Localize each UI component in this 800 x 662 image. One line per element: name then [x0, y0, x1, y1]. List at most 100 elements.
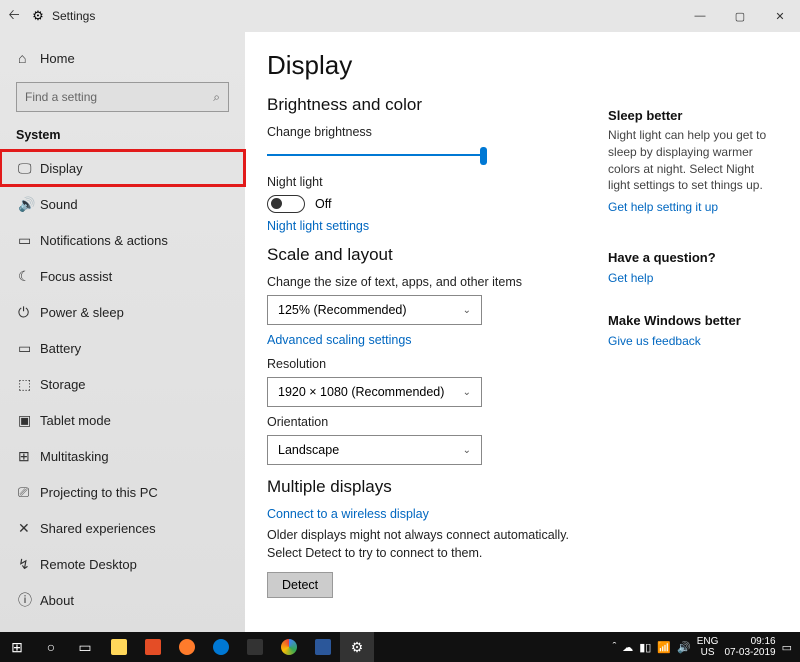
scale-label: Change the size of text, apps, and other…: [267, 275, 588, 289]
main-panel: Display Brightness and color Change brig…: [267, 50, 588, 662]
chevron-down-icon: ⌄: [463, 445, 471, 456]
sidebar-item-battery[interactable]: ▭ Battery: [0, 330, 245, 366]
connect-wireless-link[interactable]: Connect to a wireless display: [267, 507, 588, 521]
sleep-better-title: Sleep better: [608, 108, 778, 123]
night-light-label: Night light: [267, 175, 588, 189]
sidebar-item-label: Notifications & actions: [40, 233, 168, 248]
tray-battery-icon[interactable]: ▮▯: [639, 641, 651, 654]
resolution-label: Resolution: [267, 357, 588, 371]
tray-language[interactable]: ENG US: [697, 636, 719, 658]
battery-icon: ▭: [18, 340, 40, 357]
settings-icon: ⚙: [28, 8, 48, 24]
night-light-toggle[interactable]: [267, 195, 305, 213]
sidebar-item-notifications[interactable]: ▭ Notifications & actions: [0, 222, 245, 258]
sidebar-item-about[interactable]: ⓘ About: [0, 582, 245, 618]
sidebar-item-label: Shared experiences: [40, 521, 156, 536]
chevron-down-icon: ⌄: [463, 387, 471, 398]
minimize-button[interactable]: —: [680, 0, 720, 32]
tray-clock[interactable]: 09:16 07-03-2019: [724, 636, 775, 658]
taskbar-app[interactable]: [170, 632, 204, 662]
section-brightness: Brightness and color: [267, 95, 588, 115]
sidebar-item-label: Tablet mode: [40, 413, 111, 428]
sidebar: ⌂ Home Find a setting ⌕ System 🖵 Display…: [0, 32, 245, 662]
search-input[interactable]: Find a setting ⌕: [16, 82, 229, 112]
system-tray[interactable]: ˆ ☁ ▮▯ 📶 🔊 ENG US 09:16 07-03-2019 ▭: [613, 636, 800, 658]
back-button[interactable]: 🡠: [0, 4, 28, 28]
section-scale: Scale and layout: [267, 245, 588, 265]
task-view-icon[interactable]: ▭: [68, 632, 102, 662]
sound-icon: 🔊: [18, 196, 40, 213]
sidebar-item-label: Storage: [40, 377, 86, 392]
page-title: Display: [267, 50, 588, 81]
focus-icon: ☾: [18, 268, 40, 285]
tray-chevron-icon[interactable]: ˆ: [613, 641, 617, 653]
sidebar-item-focus[interactable]: ☾ Focus assist: [0, 258, 245, 294]
taskbar-app[interactable]: [238, 632, 272, 662]
sidebar-item-label: Power & sleep: [40, 305, 124, 320]
display-icon: 🖵: [18, 160, 40, 177]
brightness-slider[interactable]: [267, 145, 487, 165]
advanced-scaling-link[interactable]: Advanced scaling settings: [267, 333, 588, 347]
night-light-state: Off: [315, 197, 331, 211]
sidebar-item-label: Projecting to this PC: [40, 485, 158, 500]
slider-thumb[interactable]: [480, 147, 487, 165]
orientation-value: Landscape: [278, 443, 339, 457]
storage-icon: ⬚: [18, 376, 40, 393]
about-icon: ⓘ: [18, 590, 40, 610]
sidebar-item-label: Display: [40, 161, 83, 176]
taskbar: ⊞ ○ ▭ ⚙ ˆ ☁ ▮▯ 📶 🔊 ENG US 09:16 07-03-20…: [0, 632, 800, 662]
tray-notifications-icon[interactable]: ▭: [782, 641, 792, 654]
sidebar-home[interactable]: ⌂ Home: [0, 40, 245, 76]
chevron-down-icon: ⌄: [463, 305, 471, 316]
sidebar-item-label: Focus assist: [40, 269, 112, 284]
start-button[interactable]: ⊞: [0, 632, 34, 662]
sidebar-section: System: [0, 122, 245, 150]
notifications-icon: ▭: [18, 232, 40, 249]
sidebar-home-label: Home: [40, 51, 75, 66]
resolution-dropdown[interactable]: 1920 × 1080 (Recommended) ⌄: [267, 377, 482, 407]
sidebar-item-power[interactable]: ⏻ Power & sleep: [0, 294, 245, 330]
sidebar-item-label: Remote Desktop: [40, 557, 137, 572]
taskbar-app-settings[interactable]: ⚙: [340, 632, 374, 662]
tray-cloud-icon[interactable]: ☁: [622, 641, 633, 654]
sidebar-item-label: About: [40, 593, 74, 608]
sidebar-item-label: Battery: [40, 341, 81, 356]
feedback-link[interactable]: Give us feedback: [608, 334, 778, 348]
shared-icon: ✕: [18, 520, 40, 537]
tray-wifi-icon[interactable]: 📶: [657, 641, 671, 654]
taskbar-app[interactable]: [102, 632, 136, 662]
maximize-button[interactable]: ▢: [720, 0, 760, 32]
sleep-help-link[interactable]: Get help setting it up: [608, 200, 778, 214]
taskbar-app[interactable]: [204, 632, 238, 662]
sidebar-item-label: Sound: [40, 197, 78, 212]
sidebar-item-display[interactable]: 🖵 Display: [0, 150, 245, 186]
info-panel: Sleep better Night light can help you ge…: [608, 50, 778, 662]
orientation-dropdown[interactable]: Landscape ⌄: [267, 435, 482, 465]
sidebar-item-multitasking[interactable]: ⊞ Multitasking: [0, 438, 245, 474]
search-icon[interactable]: ○: [34, 632, 68, 662]
power-icon: ⏻: [18, 304, 40, 321]
remote-icon: ↯: [18, 556, 40, 573]
orientation-label: Orientation: [267, 415, 588, 429]
projecting-icon: ⎚: [18, 484, 40, 501]
close-button[interactable]: ✕: [760, 0, 800, 32]
sidebar-item-shared[interactable]: ✕ Shared experiences: [0, 510, 245, 546]
detect-button[interactable]: Detect: [267, 572, 333, 598]
night-light-settings-link[interactable]: Night light settings: [267, 219, 588, 233]
titlebar: 🡠 ⚙ Settings — ▢ ✕: [0, 0, 800, 32]
sidebar-item-projecting[interactable]: ⎚ Projecting to this PC: [0, 474, 245, 510]
sidebar-item-label: Multitasking: [40, 449, 109, 464]
window-title: Settings: [48, 9, 95, 23]
sidebar-item-tablet[interactable]: ▣ Tablet mode: [0, 402, 245, 438]
taskbar-app[interactable]: [272, 632, 306, 662]
get-help-link[interactable]: Get help: [608, 271, 778, 285]
scale-dropdown[interactable]: 125% (Recommended) ⌄: [267, 295, 482, 325]
sidebar-item-storage[interactable]: ⬚ Storage: [0, 366, 245, 402]
sidebar-item-sound[interactable]: 🔊 Sound: [0, 186, 245, 222]
tray-volume-icon[interactable]: 🔊: [677, 641, 691, 654]
sidebar-item-remote[interactable]: ↯ Remote Desktop: [0, 546, 245, 582]
taskbar-app[interactable]: [136, 632, 170, 662]
question-title: Have a question?: [608, 250, 778, 265]
taskbar-app[interactable]: [306, 632, 340, 662]
home-icon: ⌂: [18, 50, 40, 66]
